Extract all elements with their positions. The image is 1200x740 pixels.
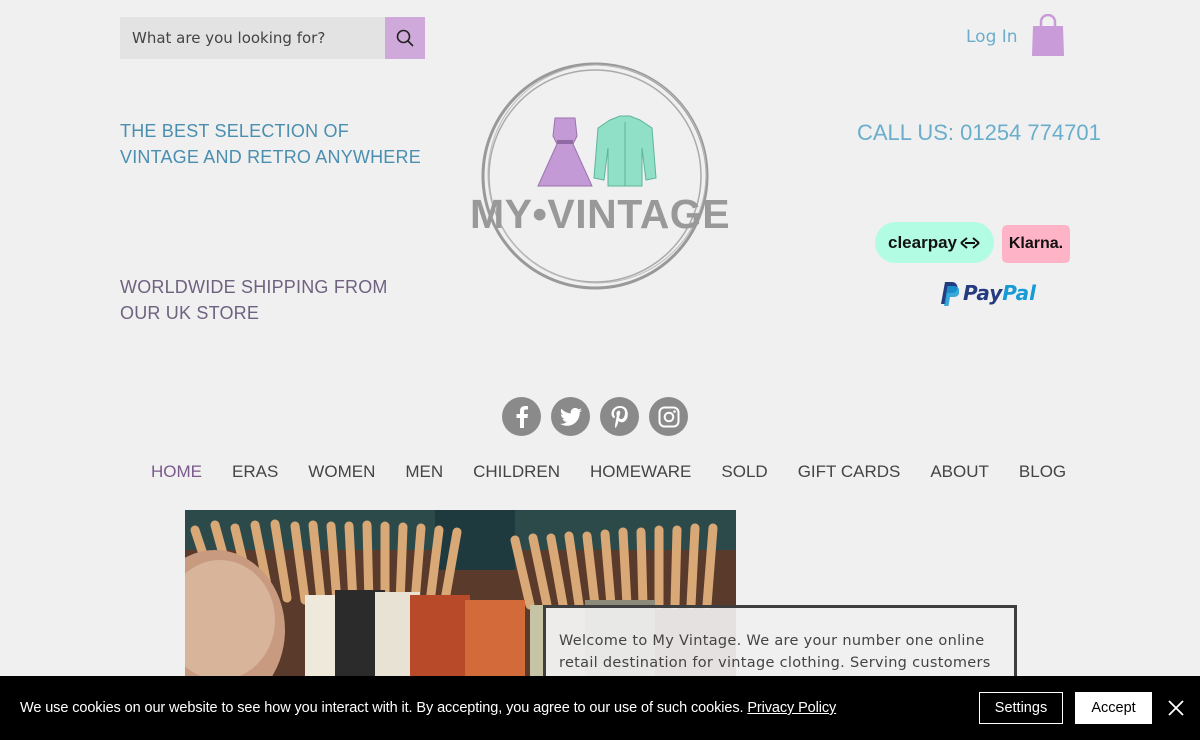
clearpay-arrows-icon [960,236,980,249]
login-link[interactable]: Log In [966,27,1018,47]
search-icon [396,29,414,47]
nav-gift-cards[interactable]: GIFT CARDS [787,462,912,482]
nav-blog[interactable]: BLOG [1008,462,1077,482]
tagline-selection: THE BEST SELECTION OF VINTAGE AND RETRO … [120,121,421,167]
welcome-text: Welcome to My Vintage. We are your numbe… [559,633,991,671]
privacy-policy-link[interactable]: Privacy Policy [747,700,836,716]
facebook-link[interactable] [502,397,541,436]
main-nav: HOME ERAS WOMEN MEN CHILDREN HOMEWARE SO… [140,462,1085,482]
paypal-text-pal: Pal [1002,281,1037,305]
paypal-text-pay: Pay [963,281,1003,305]
instagram-link[interactable] [649,397,688,436]
twitter-link[interactable] [551,397,590,436]
clearpay-badge: clearpay [875,222,994,263]
twitter-icon [559,407,582,426]
logo-text: MY•VINTAGE [470,191,731,237]
cookie-accept-button[interactable]: Accept [1075,692,1152,724]
search-bar [120,17,425,59]
pinterest-icon [611,405,628,428]
klarna-badge: Klarna. [1002,225,1070,263]
pinterest-link[interactable] [600,397,639,436]
nav-women[interactable]: WOMEN [297,462,386,482]
search-button[interactable] [385,17,425,59]
nav-men[interactable]: MEN [394,462,454,482]
cookie-banner: We use cookies on our website to see how… [0,676,1200,740]
logo-graphic [481,62,709,290]
clearpay-label: clearpay [888,232,957,252]
nav-home[interactable]: HOME [140,462,213,482]
search-input[interactable] [120,17,385,59]
nav-about[interactable]: ABOUT [919,462,1000,482]
cookie-message: We use cookies on our website to see how… [20,700,836,716]
phone-number: CALL US: 01254 774701 [857,120,1101,145]
cookie-settings-button[interactable]: Settings [979,692,1063,724]
site-logo[interactable]: MY•VINTAGE [470,58,731,298]
cookie-text: We use cookies on our website to see how… [20,700,744,716]
paypal-logo: PayPal [937,280,1036,306]
tagline-shipping: WORLDWIDE SHIPPING FROM OUR UK STORE [120,277,388,323]
shopping-bag-icon[interactable] [1031,14,1065,56]
welcome-box: Welcome to My Vintage. We are your numbe… [543,605,1017,680]
nav-sold[interactable]: SOLD [710,462,778,482]
facebook-icon [516,405,528,428]
paypal-icon [941,282,959,306]
nav-homeware[interactable]: HOMEWARE [579,462,702,482]
close-icon[interactable] [1166,698,1186,718]
nav-eras[interactable]: ERAS [221,462,289,482]
social-bar [502,397,688,436]
instagram-icon [658,406,679,427]
nav-children[interactable]: CHILDREN [462,462,571,482]
